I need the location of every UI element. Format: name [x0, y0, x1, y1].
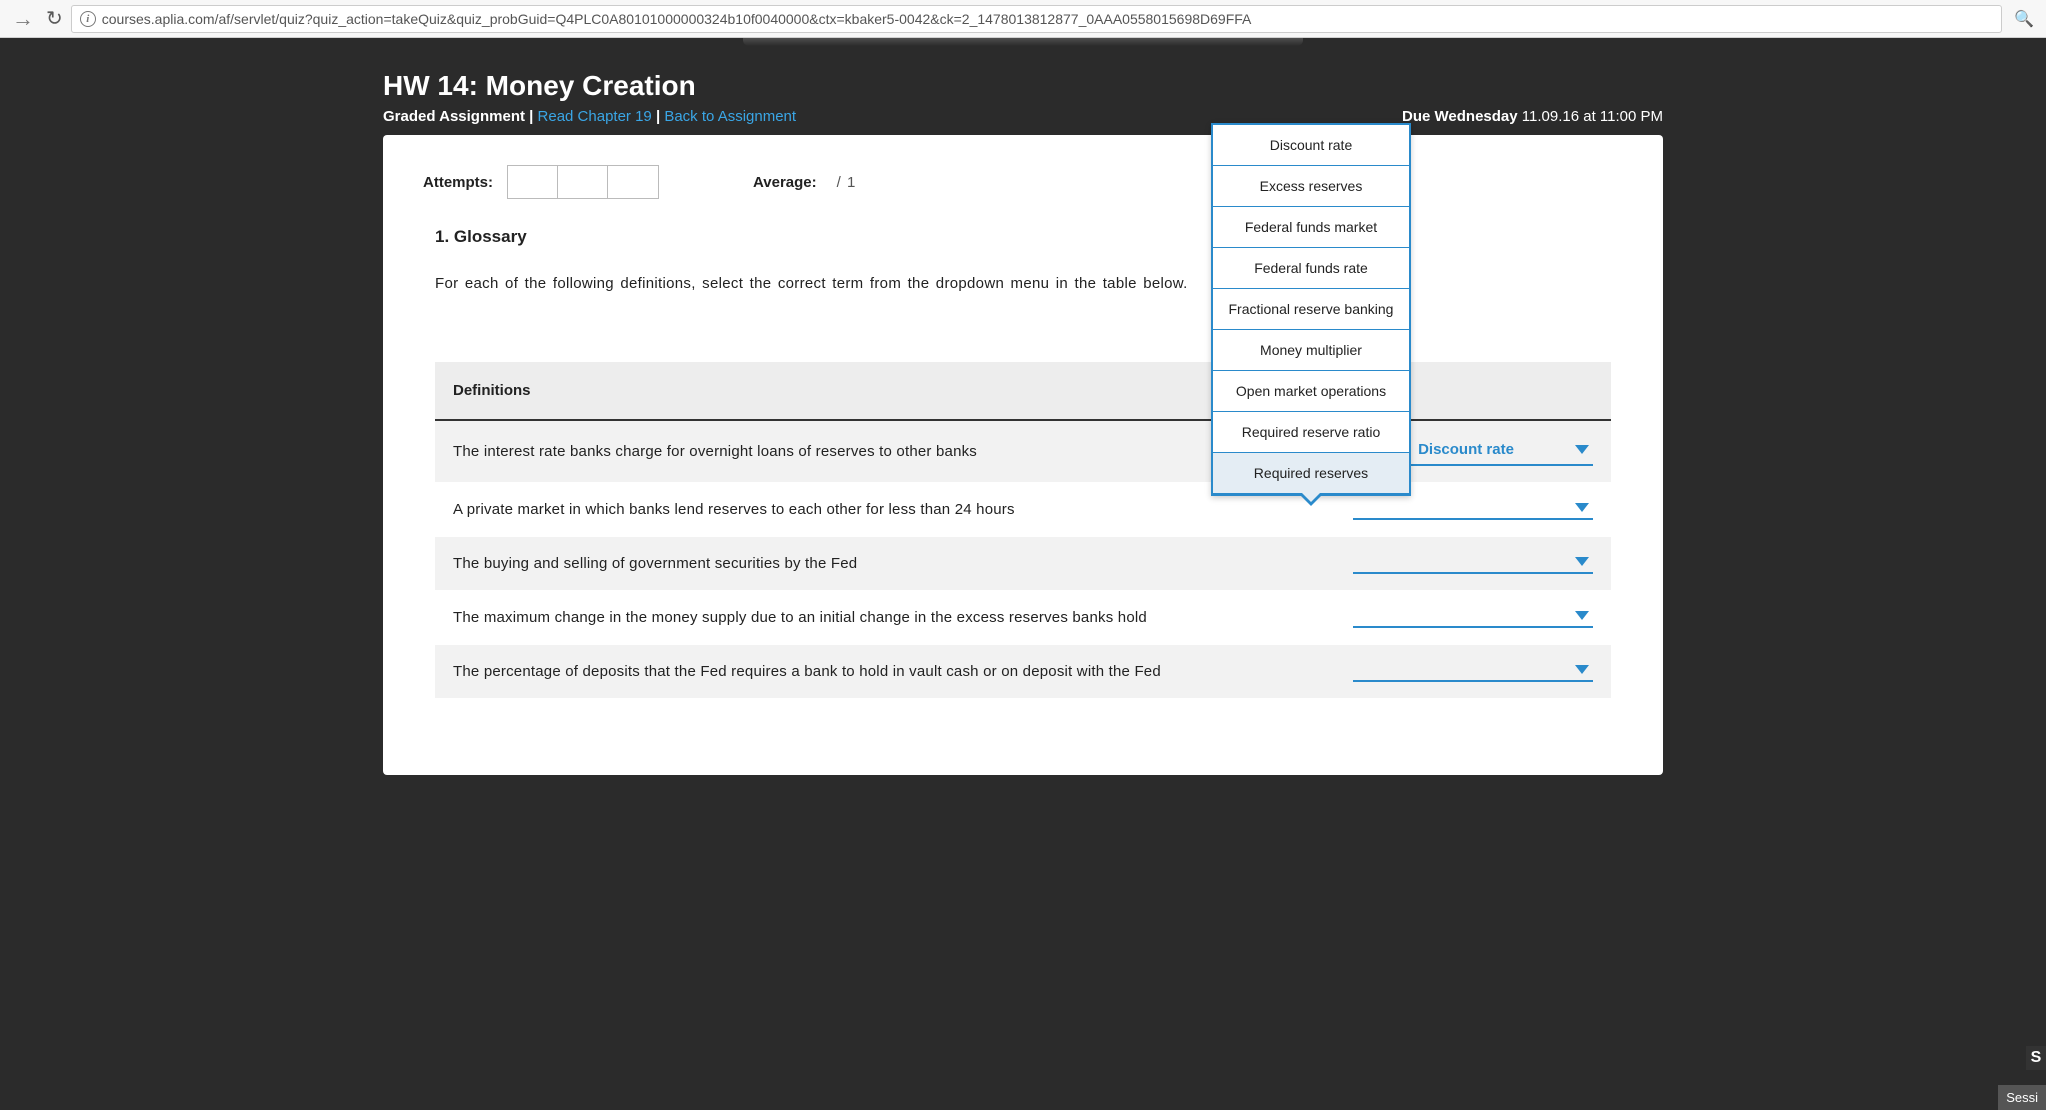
attempts-label: Attempts: — [423, 174, 493, 191]
attempt-box-2[interactable] — [558, 166, 608, 198]
table-row: A private market in which banks lend res… — [435, 483, 1611, 537]
attempt-box-1[interactable] — [508, 166, 558, 198]
graded-label: Graded Assignment — [383, 108, 525, 125]
dropdown-option[interactable]: Money multiplier — [1213, 330, 1409, 371]
dropdown-option[interactable]: Excess reserves — [1213, 166, 1409, 207]
page-background: HW 14: Money Creation Graded Assignment … — [0, 38, 2046, 1110]
dropdown-option[interactable]: Discount rate — [1213, 125, 1409, 166]
attempt-boxes — [507, 165, 659, 199]
tab-shadow — [743, 38, 1303, 46]
subheader-left: Graded Assignment | Read Chapter 19 | Ba… — [383, 108, 796, 125]
side-tab[interactable]: S — [2026, 1046, 2046, 1070]
term-dropdown[interactable] — [1353, 661, 1593, 682]
term-dropdown[interactable] — [1353, 499, 1593, 520]
table-row: The percentage of deposits that the Fed … — [435, 645, 1611, 699]
table-row: The interest rate banks charge for overn… — [435, 421, 1611, 483]
chevron-down-icon — [1575, 665, 1589, 674]
assignment-subheader: Graded Assignment | Read Chapter 19 | Ba… — [383, 108, 1663, 135]
forward-button[interactable]: → — [8, 6, 38, 32]
table-row: The buying and selling of government sec… — [435, 537, 1611, 591]
chevron-down-icon — [1575, 445, 1589, 454]
dropdown-popup[interactable]: Discount rateExcess reservesFederal fund… — [1211, 123, 1411, 496]
average-label: Average: — [753, 174, 817, 191]
definition-text: The maximum change in the money supply d… — [453, 609, 1353, 626]
definition-text: The buying and selling of government sec… — [453, 555, 1353, 572]
dropdown-option[interactable]: Required reserve ratio — [1213, 412, 1409, 453]
definition-text: A private market in which banks lend res… — [453, 501, 1353, 518]
term-dropdown[interactable] — [1353, 607, 1593, 628]
reload-button[interactable]: ↻ — [46, 6, 63, 31]
attempt-box-3[interactable] — [608, 166, 658, 198]
site-info-icon[interactable]: i — [80, 11, 96, 27]
back-to-assignment-link[interactable]: Back to Assignment — [664, 108, 796, 125]
browser-toolbar: → ↻ i courses.aplia.com/af/servlet/quiz?… — [0, 0, 2046, 38]
attempts-row: Attempts: Average: / 1 — [423, 165, 1623, 199]
definitions-header: Definitions — [435, 362, 1611, 421]
question-instruction: For each of the following definitions, s… — [435, 275, 1623, 292]
dropdown-option[interactable]: Open market operations — [1213, 371, 1409, 412]
content-card: Discount rateExcess reservesFederal fund… — [383, 135, 1663, 775]
zoom-icon[interactable]: 🔍 — [2010, 9, 2038, 29]
url-bar[interactable]: i courses.aplia.com/af/servlet/quiz?quiz… — [71, 5, 2002, 33]
chevron-down-icon — [1575, 503, 1589, 512]
dropdown-option[interactable]: Federal funds rate — [1213, 248, 1409, 289]
average-value: / 1 — [837, 174, 857, 191]
chevron-down-icon — [1575, 611, 1589, 620]
definitions-table: Definitions The interest rate banks char… — [435, 362, 1611, 699]
dropdown-option[interactable]: Required reserves — [1213, 453, 1409, 494]
question-heading: 1. Glossary — [435, 227, 1623, 247]
url-text: courses.aplia.com/af/servlet/quiz?quiz_a… — [102, 11, 1252, 27]
term-dropdown[interactable] — [1353, 553, 1593, 574]
dropdown-option[interactable]: Fractional reserve banking — [1213, 289, 1409, 330]
definition-text: The percentage of deposits that the Fed … — [453, 663, 1353, 680]
dropdown-option[interactable]: Federal funds market — [1213, 207, 1409, 248]
assignment-title: HW 14: Money Creation — [383, 50, 1663, 108]
session-tab[interactable]: Sessi — [1998, 1085, 2046, 1110]
table-row: The maximum change in the money supply d… — [435, 591, 1611, 645]
due-date: Due Wednesday 11.09.16 at 11:00 PM — [1402, 108, 1663, 125]
chevron-down-icon — [1575, 557, 1589, 566]
read-chapter-link[interactable]: Read Chapter 19 — [538, 108, 652, 125]
